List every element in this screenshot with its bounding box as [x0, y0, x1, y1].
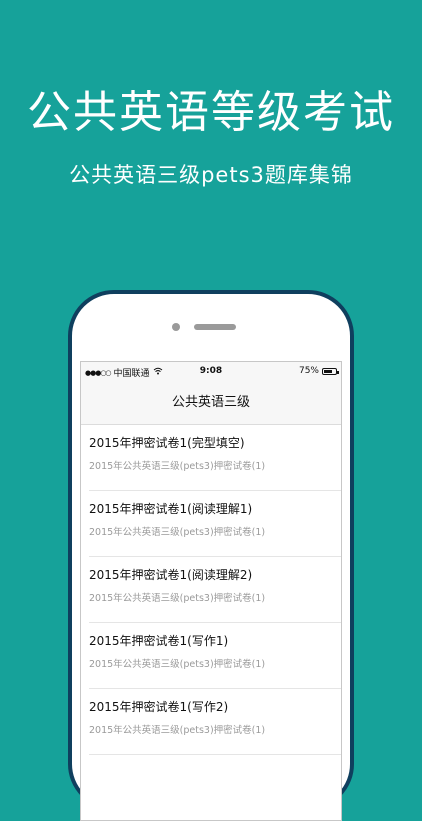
list-item[interactable]: 2015年押密试卷1(写作1) 2015年公共英语三级(pets3)押密试卷(1…	[81, 623, 341, 689]
status-bar: ●●●○○ 中国联通 9:08 75%	[81, 362, 341, 382]
list-item-subtitle: 2015年公共英语三级(pets3)押密试卷(1)	[89, 725, 266, 736]
list-item[interactable]: 2015年押密试卷1(完型填空) 2015年公共英语三级(pets3)押密试卷(…	[81, 425, 341, 491]
list-item-title: 2015年押密试卷1(阅读理解1)	[89, 502, 253, 516]
list-item-subtitle: 2015年公共英语三级(pets3)押密试卷(1)	[89, 593, 266, 604]
phone-camera	[172, 323, 180, 331]
list-item[interactable]: 2015年押密试卷1(阅读理解2) 2015年公共英语三级(pets3)押密试卷…	[81, 557, 341, 623]
hero-title: 公共英语等级考试	[27, 87, 395, 138]
phone-screen: ●●●○○ 中国联通 9:08 75% 公共英语三级 2015年押密试卷1(完型…	[80, 361, 342, 821]
list-item[interactable]: 2015年押密试卷1(写作2) 2015年公共英语三级(pets3)押密试卷(1…	[81, 689, 341, 755]
nav-bar: 公共英语三级	[81, 382, 341, 425]
list-item[interactable]: 2015年押密试卷1(阅读理解1) 2015年公共英语三级(pets3)押密试卷…	[81, 491, 341, 557]
exam-list: 2015年押密试卷1(完型填空) 2015年公共英语三级(pets3)押密试卷(…	[81, 425, 341, 755]
battery-icon	[322, 367, 339, 375]
status-right: 75%	[298, 366, 339, 376]
list-item-title: 2015年押密试卷1(写作1)	[89, 634, 229, 648]
hero-subtitle: 公共英语三级pets3题库集锦	[69, 163, 353, 187]
list-item-subtitle: 2015年公共英语三级(pets3)押密试卷(1)	[89, 527, 266, 538]
battery-percent: 75%	[298, 366, 319, 376]
phone-speaker	[194, 324, 236, 330]
list-item-subtitle: 2015年公共英语三级(pets3)押密试卷(1)	[89, 461, 266, 472]
list-item-title: 2015年押密试卷1(阅读理解2)	[89, 568, 253, 582]
list-item-title: 2015年押密试卷1(写作2)	[89, 700, 229, 714]
phone-frame: ●●●○○ 中国联通 9:08 75% 公共英语三级 2015年押密试卷1(完型…	[68, 290, 354, 821]
nav-title: 公共英语三级	[171, 395, 250, 410]
battery-level-fill	[324, 369, 333, 373]
list-item-title: 2015年押密试卷1(完型填空)	[89, 436, 245, 450]
list-item-subtitle: 2015年公共英语三级(pets3)押密试卷(1)	[89, 659, 266, 670]
